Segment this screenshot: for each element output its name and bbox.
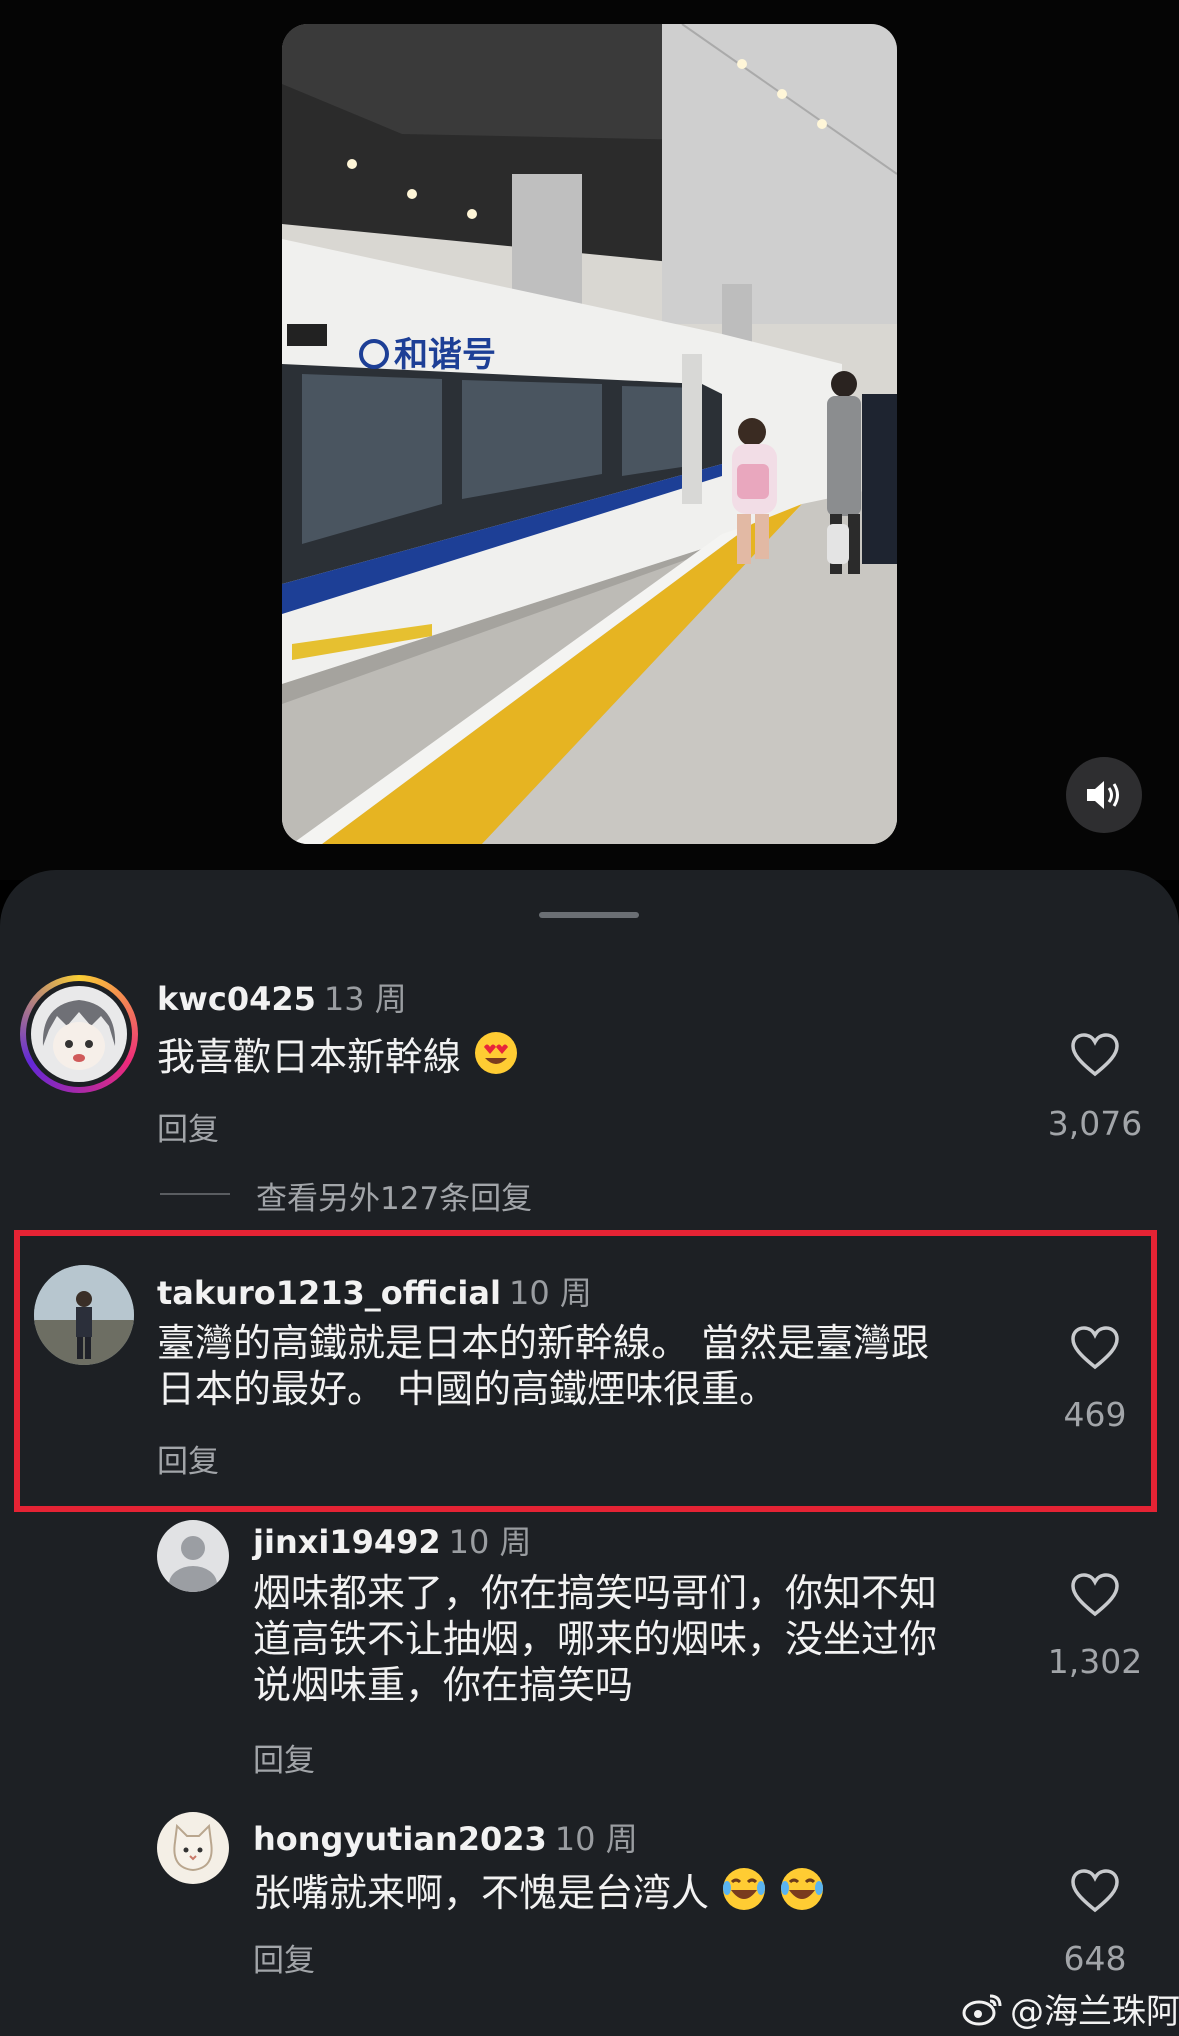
reply-button[interactable]: 回复 [157,1104,219,1149]
heart-eyes-emoji [475,1032,518,1074]
comment-age: 10 周 [508,1274,592,1312]
video-player[interactable]: 和谐号 [282,24,897,844]
like-count: 648 [1063,1939,1127,1978]
comment-username[interactable]: kwc0425 13 周 [157,974,407,1020]
sheet-drag-handle[interactable] [539,912,639,918]
reply-button[interactable]: 回复 [253,1935,315,1980]
reply-age: 10 周 [554,1820,638,1858]
speaker-icon [1087,781,1119,809]
like-heart-icon[interactable] [1070,1868,1120,1914]
comment-age: 13 周 [323,980,407,1018]
reply-text: 张嘴就来啊，不愧是台湾人 [253,1866,825,1916]
cat-avatar[interactable] [157,1812,229,1884]
replies-divider [160,1193,230,1195]
view-more-replies-button[interactable]: 查看另外127条回复 [256,1173,532,1218]
reply-username[interactable]: hongyutian2023 10 周 [253,1814,638,1860]
avatar-story-ring[interactable] [20,975,138,1093]
video-area: 和谐号 [0,0,1179,880]
reply-button[interactable]: 回复 [253,1735,315,1780]
avatar[interactable] [34,1265,134,1365]
laughing-tears-emoji [723,1868,766,1910]
like-heart-icon[interactable] [1070,1572,1120,1618]
sound-toggle-button[interactable] [1066,757,1142,833]
watermark: @海兰珠阿婶 [962,1984,1179,2033]
avatar [31,986,127,1082]
reply-button[interactable]: 回复 [157,1436,219,1481]
like-count: 3,076 [1047,1104,1143,1143]
like-count: 469 [1063,1395,1127,1434]
train-platform-image: 和谐号 [282,24,897,844]
like-count: 1,302 [1047,1642,1143,1681]
watermark-text: @海兰珠阿婶 [1010,1992,1179,2032]
like-heart-icon[interactable] [1070,1032,1120,1078]
reply-username[interactable]: jinxi19492 10 周 [253,1517,532,1563]
train-logo-text: 和谐号 [394,335,496,375]
comment-username[interactable]: takuro1213_official 10 周 [157,1268,592,1314]
comment-text: 臺灣的高鐵就是日本的新幹線。 當然是臺灣跟 日本的最好。 中國的高鐵煙味很重。 [157,1321,930,1411]
laughing-tears-emoji [781,1868,824,1910]
comment-text: 我喜歡日本新幹線 [157,1030,519,1080]
weibo-logo-icon [962,1994,1002,2025]
like-heart-icon[interactable] [1070,1325,1120,1371]
default-avatar-icon[interactable] [157,1520,229,1592]
reply-text: 烟味都来了，你在搞笑吗哥们，你知不知 道高铁不让抽烟，哪来的烟味，没坐过你 说烟… [253,1571,938,1707]
reply-age: 10 周 [448,1523,532,1561]
